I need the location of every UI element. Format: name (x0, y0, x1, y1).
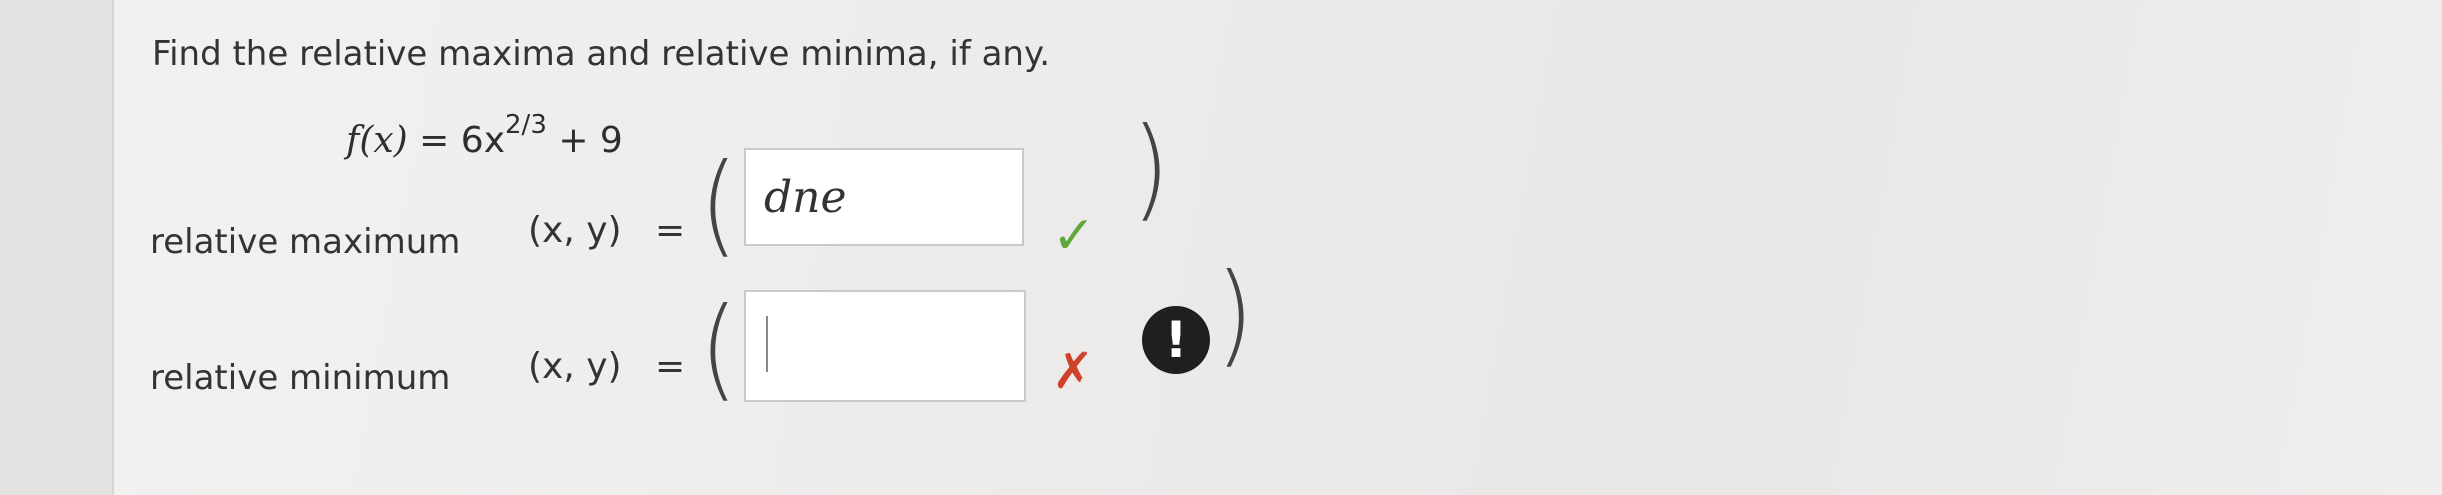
relative-maximum-value: dne (764, 172, 847, 223)
equals-sign: = (655, 346, 686, 387)
relative-maximum-input[interactable]: dne (744, 148, 1024, 246)
text-cursor (766, 316, 768, 372)
open-paren: ( (700, 139, 738, 269)
function-definition: f(x) = 6x2/3 + 9 (346, 110, 623, 161)
x-mark-icon: ✗ (1052, 342, 1094, 400)
xy-text: (x, y) (528, 210, 622, 251)
close-paren: ) (1216, 249, 1254, 379)
alert-icon[interactable]: ! (1142, 306, 1210, 374)
function-equals: = (419, 120, 450, 161)
equals-sign: = (655, 210, 686, 251)
open-paren: ( (700, 283, 738, 413)
function-rest: + 9 (558, 120, 623, 161)
relative-minimum-xy-label: (x, y) = (528, 346, 685, 387)
close-paren: ) (1132, 103, 1170, 233)
function-base: 6x (460, 120, 506, 161)
checkmark-icon: ✓ (1052, 206, 1096, 266)
question-prompt: Find the relative maxima and relative mi… (152, 34, 1051, 74)
relative-maximum-label: relative maximum (150, 222, 461, 262)
relative-minimum-input[interactable] (744, 290, 1026, 402)
function-exponent: 2/3 (505, 110, 547, 140)
left-margin-panel (0, 0, 114, 495)
xy-text: (x, y) (528, 346, 622, 387)
relative-minimum-label: relative minimum (150, 358, 451, 398)
relative-maximum-xy-label: (x, y) = (528, 210, 685, 251)
function-lhs: f(x) (346, 120, 408, 161)
